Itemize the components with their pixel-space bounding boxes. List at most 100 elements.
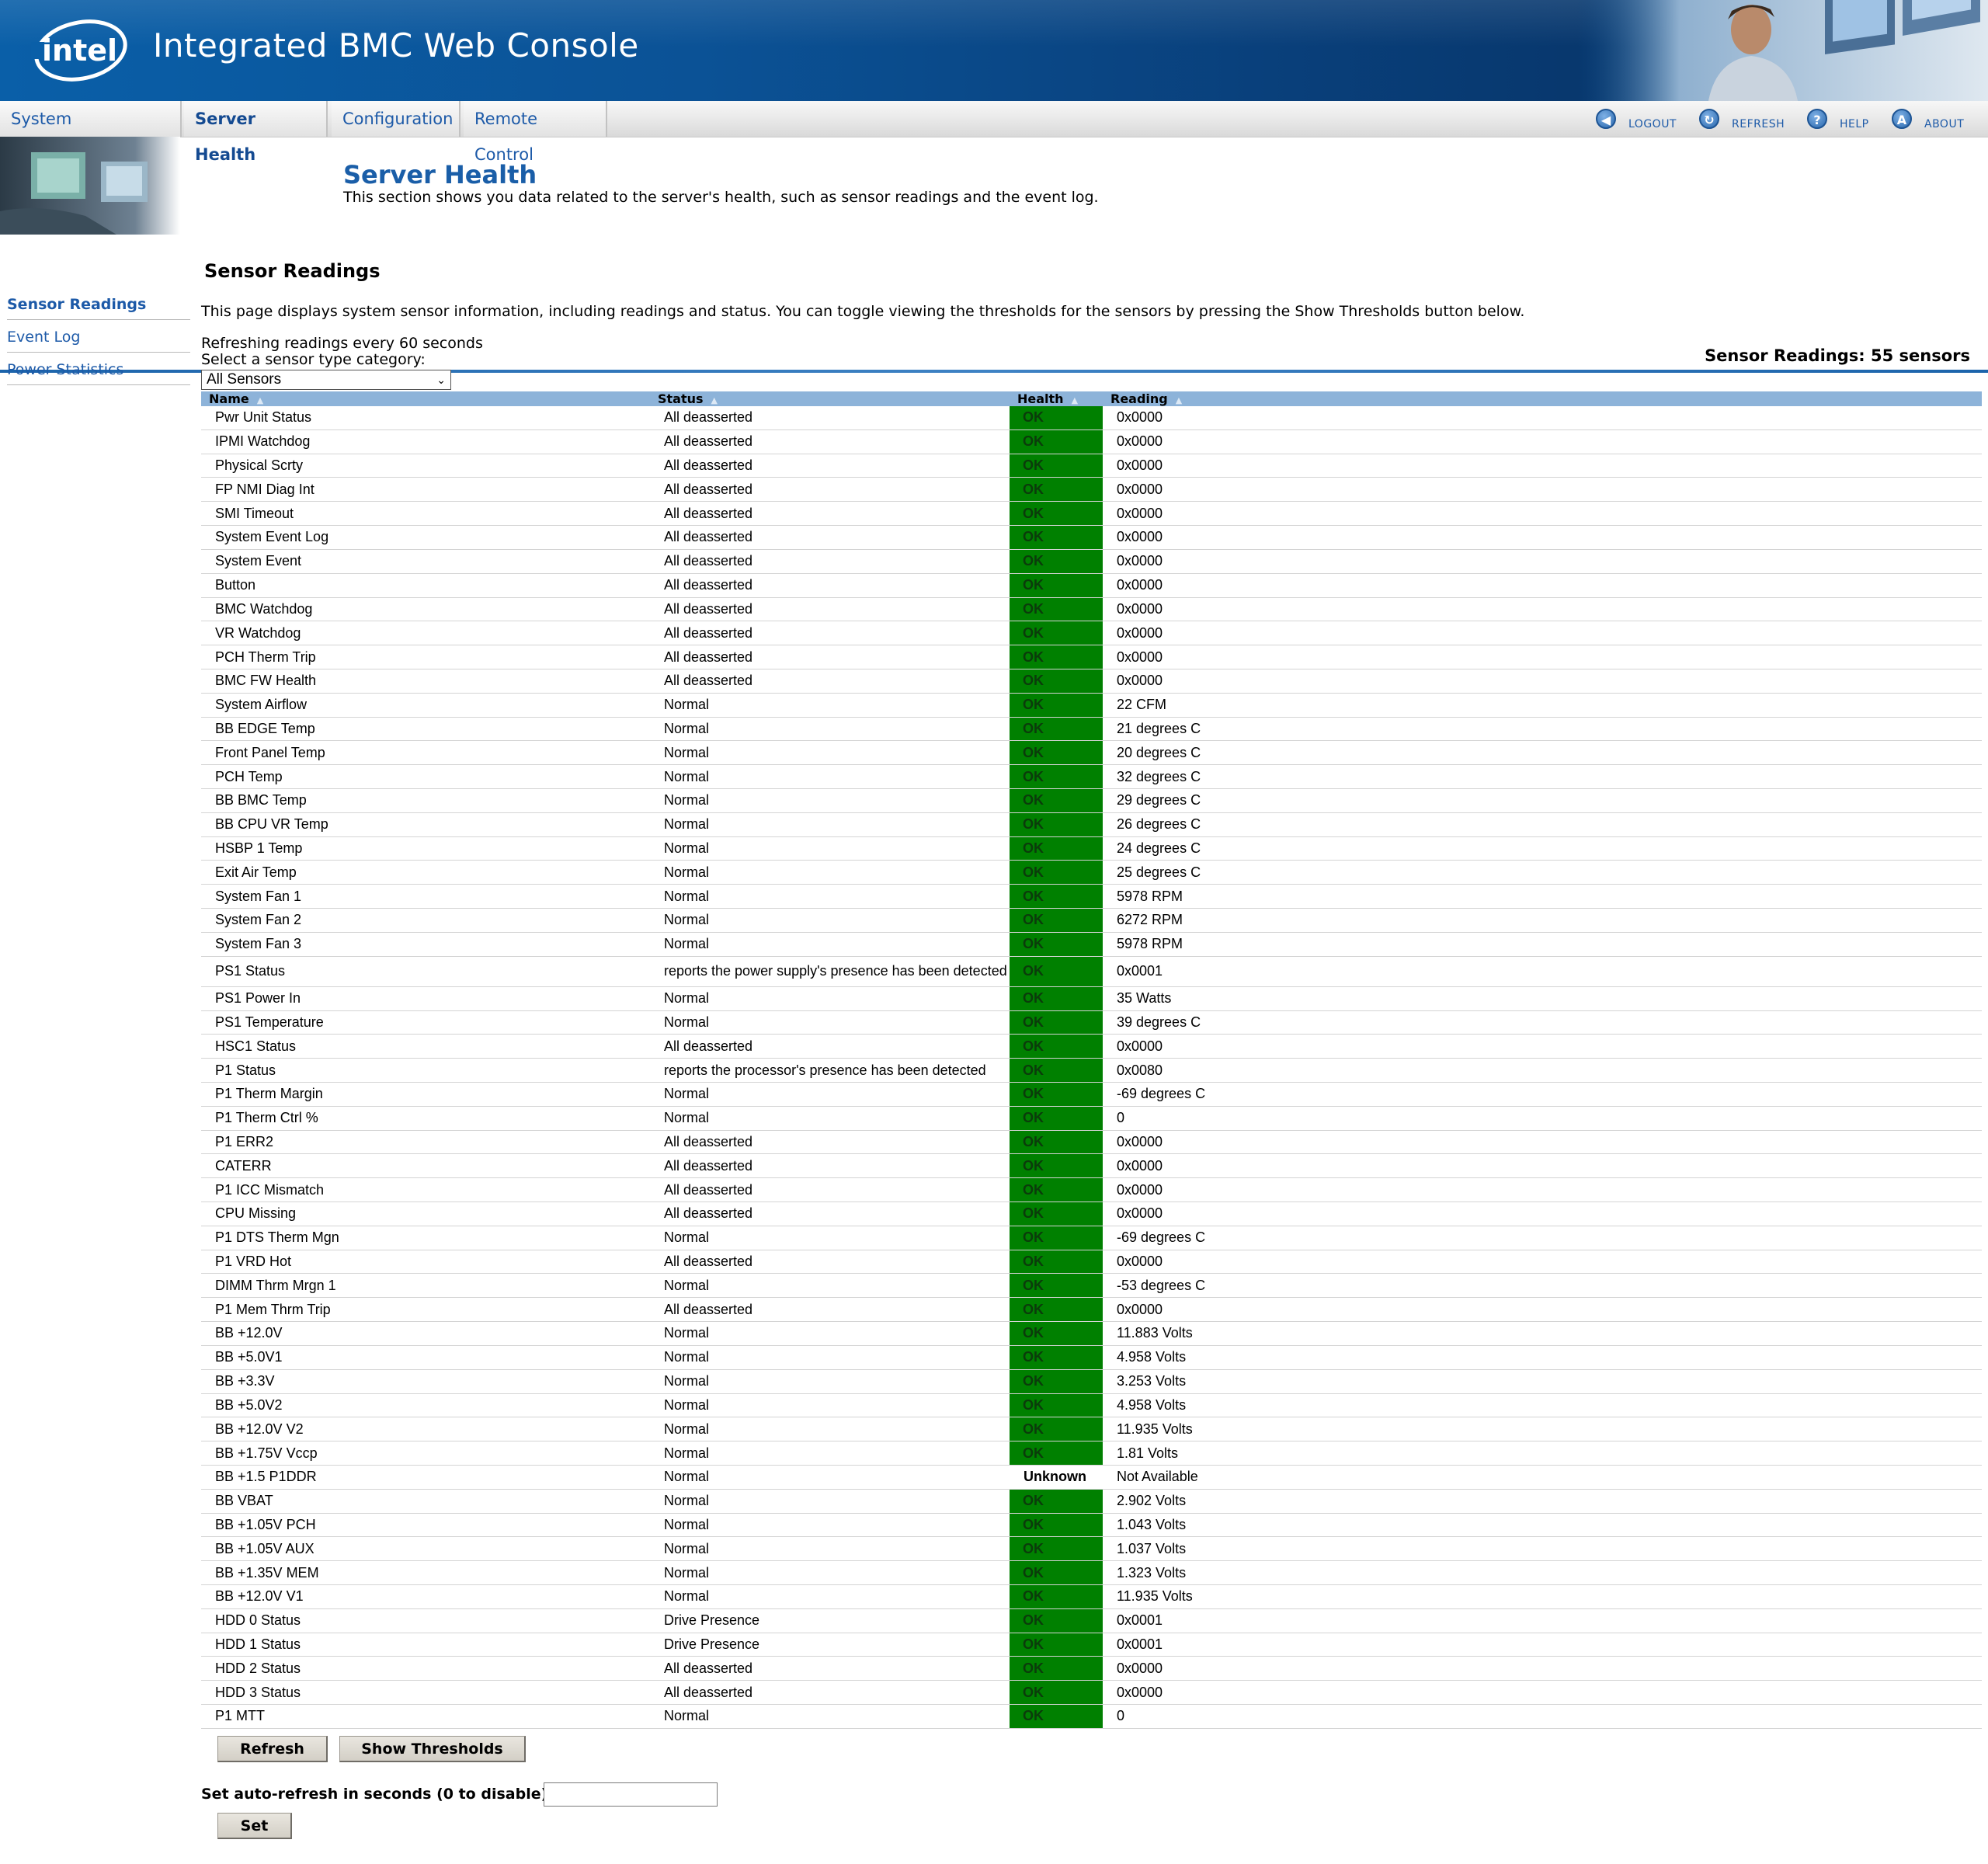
sensor-name: P1 Status (215, 1062, 276, 1078)
sensor-reading: 24 degrees C (1117, 840, 1201, 857)
sensor-health: OK (1010, 1250, 1103, 1274)
section-description: This section shows you data related to t… (343, 189, 1099, 206)
refresh-page-button[interactable]: ↻ REFRESH (1699, 109, 1792, 132)
col-header-status[interactable]: Status ▲ (658, 391, 718, 408)
sensor-reading: 5978 RPM (1117, 888, 1183, 904)
refresh-button[interactable]: Refresh (217, 1736, 328, 1762)
sensor-reading: 0x0000 (1117, 1660, 1163, 1676)
sensor-health: OK (1010, 1082, 1103, 1106)
sensor-reading: 0x0001 (1117, 1636, 1163, 1653)
sensor-health: OK (1010, 1298, 1103, 1322)
sensor-reading: 25 degrees C (1117, 864, 1201, 880)
sensor-reading: 1.043 Volts (1117, 1516, 1187, 1532)
banner-photo (1576, 0, 1988, 101)
table-row: CATERR All deasserted OK 0x0000 (201, 1154, 1982, 1179)
sensor-name: BB +3.3V (215, 1373, 275, 1389)
sensor-health: OK (1010, 621, 1103, 645)
sensor-name: P1 MTT (215, 1708, 266, 1724)
sensor-health: OK (1010, 765, 1103, 788)
sensor-reading: 0x0000 (1117, 1157, 1163, 1174)
sensor-reading: 0 (1117, 1110, 1125, 1126)
sensor-reading: -69 degrees C (1117, 1086, 1206, 1102)
table-row: PS1 Power In Normal OK 35 Watts (201, 986, 1982, 1011)
table-row: BB +5.0V2 Normal OK 4.958 Volts (201, 1393, 1982, 1418)
sensor-health: OK (1010, 1226, 1103, 1250)
sort-icon: ▲ (711, 395, 718, 405)
show-thresholds-button[interactable]: Show Thresholds (339, 1736, 526, 1762)
sensor-name: CATERR (215, 1157, 272, 1174)
sensor-health: OK (1010, 1154, 1103, 1178)
table-row: BMC FW Health All deasserted OK 0x0000 (201, 669, 1982, 694)
sensor-health: OK (1010, 1681, 1103, 1705)
sensor-name: CPU Missing (215, 1205, 297, 1222)
table-row: BB VBAT Normal OK 2.902 Volts (201, 1489, 1982, 1514)
col-header-reading[interactable]: Reading ▲ (1110, 391, 1182, 408)
sensor-reading: 0x0000 (1117, 1205, 1163, 1222)
sensor-reading: 5978 RPM (1117, 936, 1183, 952)
about-button[interactable]: A ABOUT (1892, 109, 1969, 132)
table-row: Button All deasserted OK 0x0000 (201, 573, 1982, 598)
sensor-reading: 0x0000 (1117, 1133, 1163, 1149)
sensor-name: P1 Therm Margin (215, 1086, 323, 1102)
table-row: BB BMC Temp Normal OK 29 degrees C (201, 789, 1982, 813)
sensor-name: BB +1.35V MEM (215, 1564, 319, 1581)
table-row: System Fan 2 Normal OK 6272 RPM (201, 909, 1982, 933)
table-row: P1 Mem Thrm Trip All deasserted OK 0x0000 (201, 1298, 1982, 1323)
refresh-icon: ↻ (1699, 109, 1719, 129)
sensor-health: OK (1010, 1035, 1103, 1059)
sensor-health: OK (1010, 836, 1103, 861)
table-row: HSBP 1 Temp Normal OK 24 degrees C (201, 836, 1982, 861)
table-row: P1 ICC Mismatch All deasserted OK 0x0000 (201, 1178, 1982, 1202)
sensor-name: P1 VRD Hot (215, 1254, 292, 1270)
sensor-reading: 11.883 Volts (1117, 1325, 1193, 1341)
sidebar-item-power-statistics[interactable]: Power Statistics (7, 361, 190, 385)
sensor-name: BB +5.0V1 (215, 1349, 283, 1365)
sensor-reading: 6272 RPM (1117, 912, 1183, 928)
sensor-reading: 11.935 Volts (1117, 1588, 1193, 1605)
sensor-name: System Fan 3 (215, 936, 302, 952)
table-row: CPU Missing All deasserted OK 0x0000 (201, 1202, 1982, 1226)
help-button[interactable]: ? HELP (1807, 109, 1877, 132)
table-row: P1 VRD Hot All deasserted OK 0x0000 (201, 1250, 1982, 1275)
sensor-reading: 21 degrees C (1117, 720, 1201, 736)
table-row: BB +5.0V1 Normal OK 4.958 Volts (201, 1345, 1982, 1370)
col-header-health[interactable]: Health ▲ (1017, 391, 1078, 408)
logout-button[interactable]: ◀ LOGOUT (1596, 109, 1681, 132)
sensor-health: OK (1010, 1274, 1103, 1298)
sidebar-item-sensor-readings[interactable]: Sensor Readings (7, 296, 190, 320)
sensor-reading: 0 (1117, 1708, 1125, 1724)
sensor-reading: 0x0000 (1117, 577, 1163, 593)
sensor-health: OK (1010, 885, 1103, 909)
sensor-health: OK (1010, 956, 1103, 986)
sensor-reading: 1.323 Volts (1117, 1564, 1187, 1581)
sensor-name: P1 ERR2 (215, 1133, 274, 1149)
auto-refresh-label: Set auto-refresh in seconds (0 to disabl… (201, 1786, 554, 1803)
tab-remote-control[interactable]: Remote Control (464, 101, 607, 164)
table-row: BB +12.0V V2 Normal OK 11.935 Volts (201, 1417, 1982, 1442)
sensor-health: OK (1010, 1178, 1103, 1202)
sidebar-item-event-log[interactable]: Event Log (7, 329, 190, 353)
sensor-health: Unknown (1024, 1469, 1086, 1485)
tab-system-information[interactable]: System Information (0, 101, 182, 164)
tab-configuration[interactable]: Configuration (332, 101, 461, 137)
table-row: System Fan 1 Normal OK 5978 RPM (201, 885, 1982, 909)
refresh-interval-text: Refreshing readings every 60 seconds (201, 335, 483, 352)
sensor-health: OK (1010, 717, 1103, 741)
sensor-name: PCH Temp (215, 768, 283, 784)
sensor-health: OK (1010, 502, 1103, 526)
sensor-health: OK (1010, 1489, 1103, 1513)
set-button[interactable]: Set (217, 1813, 292, 1839)
auto-refresh-input[interactable] (544, 1782, 718, 1807)
col-header-name[interactable]: Name ▲ (209, 391, 263, 408)
intro-text: This page displays system sensor informa… (201, 303, 1525, 320)
sensor-name: BB +5.0V2 (215, 1396, 283, 1413)
tab-server-health[interactable]: Server Health (184, 101, 328, 164)
sensor-category-select[interactable]: All Sensors ⌄ (201, 370, 451, 390)
table-row: BB +1.05V PCH Normal OK 1.043 Volts (201, 1513, 1982, 1538)
sensor-reading: 32 degrees C (1117, 768, 1201, 784)
table-row: VR Watchdog All deasserted OK 0x0000 (201, 621, 1982, 646)
table-row: Pwr Unit Status All deasserted OK 0x0000 (201, 406, 1982, 430)
sensor-health: OK (1010, 861, 1103, 885)
sensor-reading: 1.81 Volts (1117, 1445, 1179, 1461)
sensor-reading: 0x0000 (1117, 649, 1163, 665)
